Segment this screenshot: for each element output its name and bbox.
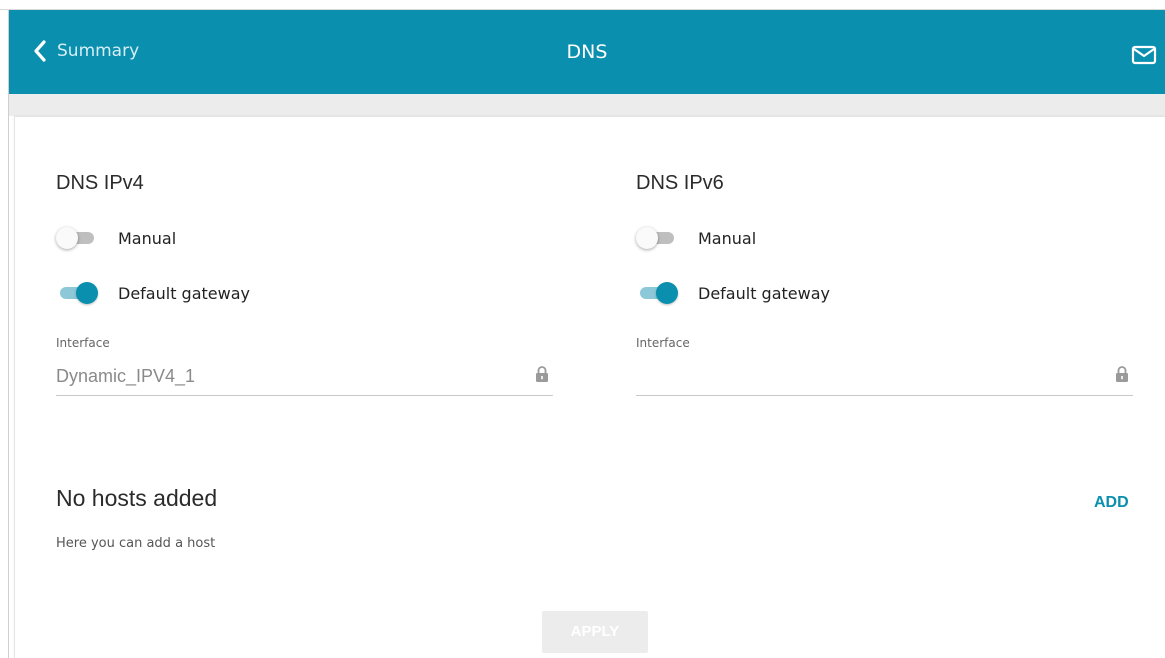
ipv4-default-gateway-switch[interactable] — [56, 282, 98, 304]
ipv4-interface-value: Dynamic_IPV4_1 — [56, 366, 196, 386]
switch-knob — [656, 282, 678, 304]
top-border — [0, 0, 1165, 10]
ipv6-default-gateway-label: Default gateway — [698, 283, 830, 303]
header-bar: Summary DNS — [9, 10, 1165, 94]
lock-icon — [1115, 365, 1129, 383]
settings-card: DNS IPv4 Manual Default gateway Interfac… — [14, 116, 1165, 658]
apply-button[interactable]: APPLY — [542, 611, 648, 653]
mail-icon[interactable] — [1131, 45, 1157, 65]
dns-ipv4-title: DNS IPv4 — [56, 172, 144, 194]
hosts-empty-title: No hosts added — [56, 485, 218, 511]
ipv4-default-gateway-toggle-row[interactable]: Default gateway — [56, 282, 250, 304]
ipv4-default-gateway-label: Default gateway — [118, 283, 250, 303]
switch-knob — [636, 227, 658, 249]
switch-knob — [56, 227, 78, 249]
ipv6-manual-toggle-row[interactable]: Manual — [636, 227, 756, 249]
lock-icon — [535, 365, 549, 383]
page-title: DNS — [566, 41, 608, 63]
hosts-description: Here you can add a host — [56, 536, 216, 551]
dns-ipv6-title: DNS IPv6 — [636, 172, 724, 194]
ipv4-interface-label: Interface — [56, 336, 110, 350]
header-divider-band — [9, 94, 1165, 116]
add-host-button[interactable]: ADD — [1094, 494, 1129, 512]
ipv4-manual-label: Manual — [118, 228, 177, 248]
ipv4-manual-switch[interactable] — [56, 227, 98, 249]
switch-knob — [76, 282, 98, 304]
ipv6-manual-label: Manual — [698, 228, 757, 248]
ipv6-default-gateway-toggle-row[interactable]: Default gateway — [636, 282, 830, 304]
ipv6-interface-label: Interface — [636, 336, 690, 350]
dns-page: Summary DNS DNS IPv4 Manual Default gate… — [0, 0, 1165, 658]
ipv4-interface-field: Interface Dynamic_IPV4_1 — [56, 336, 553, 396]
ipv6-default-gateway-switch[interactable] — [636, 282, 678, 304]
ipv6-interface-field: Interface — [636, 336, 1133, 396]
ipv4-manual-toggle-row[interactable]: Manual — [56, 227, 176, 249]
ipv6-manual-switch[interactable] — [636, 227, 678, 249]
